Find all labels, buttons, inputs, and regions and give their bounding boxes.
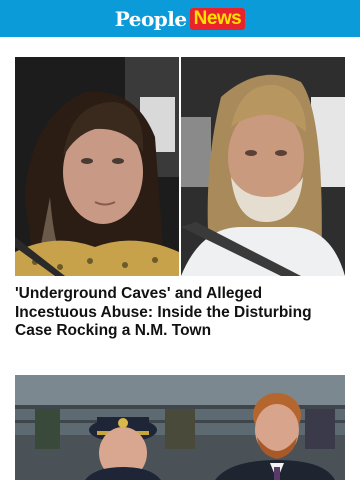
site-header: People News [0,0,360,37]
article-card[interactable]: 'Underground Caves' and Alleged Incestuo… [15,57,345,341]
mugshot-man-image [181,57,345,276]
royals-image [15,375,345,480]
article-headline[interactable]: 'Underground Caves' and Alleged Incestuo… [15,285,345,341]
logo-people-text: People [114,6,187,31]
article-photo[interactable] [15,375,345,480]
mugshot-woman-image [15,57,179,276]
article-card[interactable] [15,375,345,480]
people-news-logo[interactable]: People News [115,6,246,32]
article-photo[interactable] [15,57,345,276]
logo-news-text: News [193,7,242,29]
logo-news-badge: News [189,7,246,30]
